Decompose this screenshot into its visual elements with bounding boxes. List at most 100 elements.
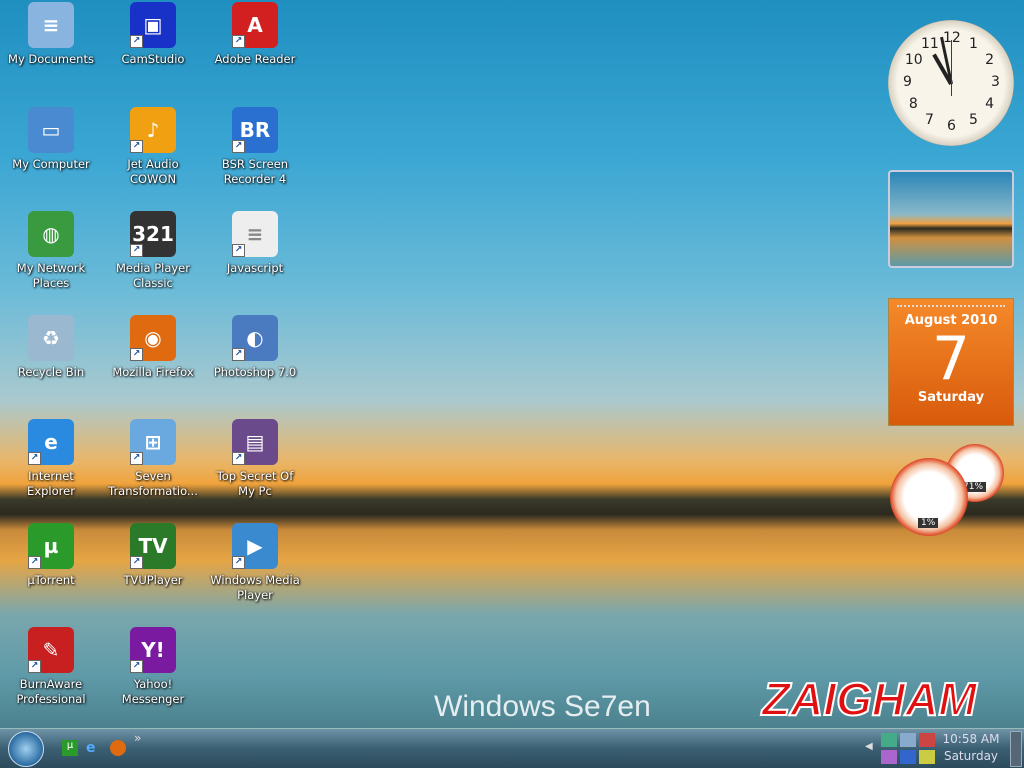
desktop-icon-bsr-screen-recorder-4[interactable]: BR ↗ BSR Screen Recorder 4 — [207, 107, 303, 187]
desktop-icon-label: µTorrent — [27, 573, 75, 587]
shortcut-arrow-icon: ↗ — [232, 348, 245, 361]
usb-drive-icon[interactable] — [919, 750, 935, 764]
desktop-icon-label: Recycle Bin — [17, 365, 85, 379]
clock-number: 2 — [985, 52, 995, 68]
desktop-icon-media-player-classic[interactable]: 321 ↗ Media Player Classic — [105, 211, 201, 291]
signature-watermark: ZAIGHAM — [761, 672, 978, 726]
taskbar-clock[interactable]: 10:58 AM Saturday — [940, 731, 1002, 765]
media-player-classic-icon: 321 ↗ — [130, 211, 176, 257]
cpu-meter-gadget[interactable]: 71% 1% — [890, 444, 1020, 540]
clock-gadget[interactable]: 12 1 2 3 4 5 6 7 8 9 10 11 — [888, 20, 1014, 146]
desktop-icon--torrent[interactable]: µ ↗ µTorrent — [3, 523, 99, 588]
firefox-quicklaunch-icon[interactable] — [110, 740, 126, 756]
shortcut-arrow-icon: ↗ — [130, 660, 143, 673]
desktop-icon-mozilla-firefox[interactable]: ◉ ↗ Mozilla Firefox — [105, 315, 201, 380]
desktop-icon-label: Windows Media Player — [210, 573, 300, 602]
show-hidden-icons[interactable]: ◀ — [865, 741, 873, 752]
calendar-weekday: Saturday — [917, 390, 985, 405]
shortcut-arrow-icon: ↗ — [130, 348, 143, 361]
calendar-gadget[interactable]: August 2010 7 Saturday — [888, 298, 1014, 426]
slideshow-gadget[interactable] — [888, 170, 1014, 268]
mozilla-firefox-icon: ◉ ↗ — [130, 315, 176, 361]
windows-media-player-icon: ▶ ↗ — [232, 523, 278, 569]
shortcut-arrow-icon: ↗ — [130, 556, 143, 569]
desktop-icon-seven-transformatio[interactable]: ⊞ ↗ Seven Transformatio... — [105, 419, 201, 499]
security-icon[interactable] — [919, 733, 935, 747]
desktop-icon-my-computer[interactable]: ▭ My Computer — [3, 107, 99, 172]
ie-quicklaunch-icon[interactable]: e — [86, 740, 102, 756]
desktop-icon-label: Internet Explorer — [27, 469, 75, 498]
tray-app-icon[interactable] — [881, 733, 897, 747]
bsr-screen-recorder-4-icon: BR ↗ — [232, 107, 278, 153]
desktop-icon-label: My Documents — [8, 52, 94, 66]
taskbar: µ e » ◀ 10:58 AM Saturday — [0, 728, 1024, 768]
desktop-icon-recycle-bin[interactable]: ♻ Recycle Bin — [3, 315, 99, 380]
desktop-icon-label: Yahoo! Messenger — [121, 677, 185, 706]
yahoo-messenger-icon: Y! ↗ — [130, 627, 176, 673]
clock-number: 12 — [943, 30, 961, 46]
quick-launch: µ e — [62, 740, 126, 756]
clock-number: 10 — [904, 52, 923, 68]
desktop-icon-label: My Network Places — [16, 261, 86, 290]
desktop-icon-top-secret-of-my-pc[interactable]: ▤ ↗ Top Secret Of My Pc — [207, 419, 303, 499]
desktop-icon-label: Javascript — [226, 261, 284, 275]
javascript-icon: ≡ ↗ — [232, 211, 278, 257]
shortcut-arrow-icon: ↗ — [232, 244, 245, 257]
desktop-icon-label: CamStudio — [121, 52, 185, 66]
desktop-icon-yahoo-messenger[interactable]: Y! ↗ Yahoo! Messenger — [105, 627, 201, 707]
desktop-icon-label: Media Player Classic — [116, 261, 190, 290]
top-secret-of-my-pc-icon: ▤ ↗ — [232, 419, 278, 465]
my-computer-icon: ▭ — [28, 107, 74, 153]
desktop-icon-label: Mozilla Firefox — [112, 365, 194, 379]
desktop-icon-internet-explorer[interactable]: e ↗ Internet Explorer — [3, 419, 99, 499]
taskbar-time: 10:58 AM — [942, 732, 1000, 746]
shortcut-arrow-icon: ↗ — [130, 140, 143, 153]
-torrent-icon: µ ↗ — [28, 523, 74, 569]
shortcut-arrow-icon: ↗ — [28, 556, 41, 569]
taskbar-day: Saturday — [943, 749, 999, 763]
desktop-icon-label: Top Secret Of My Pc — [216, 469, 294, 498]
desktop-icon-burnaware-professional[interactable]: ✎ ↗ BurnAware Professional — [3, 627, 99, 707]
desktop-icon-label: BurnAware Professional — [16, 677, 86, 706]
desktop-icon-photoshop-7-0[interactable]: ◐ ↗ Photoshop 7.0 — [207, 315, 303, 380]
tvuplayer-icon: TV ↗ — [130, 523, 176, 569]
desktop-icon-camstudio[interactable]: ▣ ↗ CamStudio — [105, 2, 201, 67]
desktop-icon-label: Adobe Reader — [214, 52, 296, 66]
clock-number: 6 — [947, 118, 956, 134]
clock-number: 5 — [969, 112, 978, 129]
clock-number: 4 — [985, 96, 995, 112]
seven-transformatio-icon: ⊞ ↗ — [130, 419, 176, 465]
start-button[interactable] — [8, 731, 44, 767]
utorrent-quicklaunch-icon[interactable]: µ — [62, 740, 78, 756]
monitor-icon[interactable] — [900, 750, 916, 764]
jet-audio-cowon-icon: ♪ ↗ — [130, 107, 176, 153]
quick-launch-overflow[interactable]: » — [134, 731, 141, 745]
desktop-icon-jet-audio-cowon[interactable]: ♪ ↗ Jet Audio COWON — [105, 107, 201, 187]
desktop-icon-my-documents[interactable]: ≡ My Documents — [3, 2, 99, 67]
shortcut-arrow-icon: ↗ — [130, 244, 143, 257]
my-network-places-icon: ◍ — [28, 211, 74, 257]
desktop-icon-label: Photoshop 7.0 — [213, 365, 297, 379]
display-icon[interactable] — [881, 750, 897, 764]
cpu-gauge: 1% — [890, 458, 968, 536]
shortcut-arrow-icon: ↗ — [130, 35, 143, 48]
shortcut-arrow-icon: ↗ — [130, 452, 143, 465]
photoshop-7-0-icon: ◐ ↗ — [232, 315, 278, 361]
network-icon[interactable] — [900, 733, 916, 747]
cpu-label: 1% — [918, 518, 939, 528]
windows-seven-watermark: Windows Se7en — [434, 690, 651, 723]
show-desktop-button[interactable] — [1010, 731, 1022, 767]
shortcut-arrow-icon: ↗ — [28, 452, 41, 465]
desktop-icon-label: Jet Audio COWON — [127, 157, 179, 186]
clock-number: 11 — [921, 35, 939, 52]
my-documents-icon: ≡ — [28, 2, 74, 48]
clock-number: 7 — [925, 112, 934, 129]
clock-number: 8 — [908, 96, 918, 112]
desktop-icon-adobe-reader[interactable]: A ↗ Adobe Reader — [207, 2, 303, 67]
second-hand — [951, 40, 952, 96]
desktop-icon-javascript[interactable]: ≡ ↗ Javascript — [207, 211, 303, 276]
desktop-icon-my-network-places[interactable]: ◍ My Network Places — [3, 211, 99, 291]
desktop-icon-label: Seven Transformatio... — [108, 469, 198, 498]
desktop-icon-tvuplayer[interactable]: TV ↗ TVUPlayer — [105, 523, 201, 588]
desktop-icon-windows-media-player[interactable]: ▶ ↗ Windows Media Player — [207, 523, 303, 603]
